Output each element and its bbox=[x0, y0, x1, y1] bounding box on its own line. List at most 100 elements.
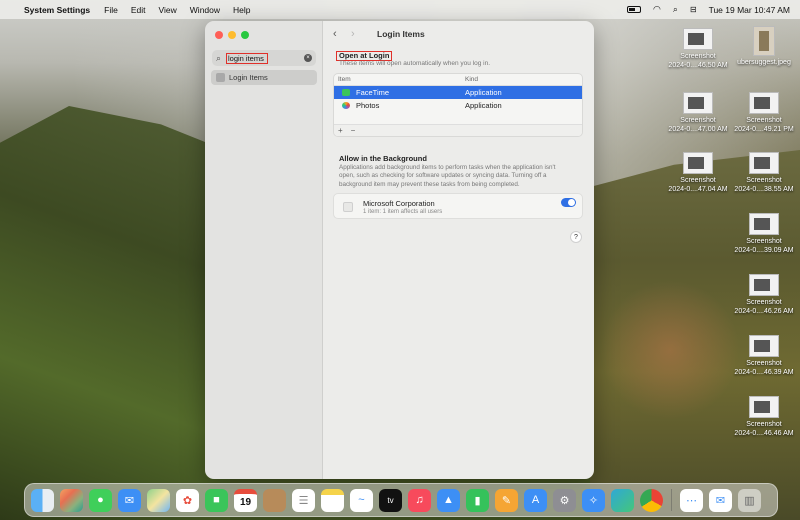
mail-download-icon[interactable]: ✉ bbox=[709, 488, 732, 512]
control-center-icon[interactable]: ⊟ bbox=[690, 5, 697, 14]
feedback-icon[interactable]: ⋯ bbox=[680, 488, 703, 512]
battery-icon[interactable] bbox=[626, 6, 641, 13]
row-kind: Application bbox=[465, 101, 502, 110]
pages-icon[interactable]: ✎ bbox=[495, 488, 518, 512]
dock-separator bbox=[671, 489, 672, 511]
desktop-file[interactable]: Screenshot 2024-0....46.50 AM bbox=[664, 28, 732, 70]
allow-background-heading: Allow in the Background bbox=[339, 154, 427, 163]
window-controls bbox=[215, 31, 249, 39]
file-thumbnail bbox=[683, 152, 713, 174]
file-label: Screenshot bbox=[746, 177, 782, 184]
menu-help[interactable]: Help bbox=[233, 5, 250, 15]
forward-chevron-icon[interactable]: › bbox=[351, 28, 365, 40]
row-name-cell: FaceTime bbox=[342, 88, 465, 97]
open-at-login-description: These items will open automatically when… bbox=[339, 60, 491, 67]
add-item-button[interactable]: + bbox=[338, 126, 343, 135]
finder-icon[interactable] bbox=[31, 488, 54, 512]
keynote-icon[interactable]: ▲ bbox=[437, 488, 460, 512]
tv-icon[interactable]: tv bbox=[379, 488, 402, 512]
maps-icon[interactable] bbox=[147, 488, 170, 512]
file-thumbnail bbox=[749, 274, 779, 296]
contacts-icon[interactable] bbox=[263, 488, 286, 512]
desktop-file[interactable]: Screenshot 2024-0....39.09 AM bbox=[730, 213, 798, 255]
desktop-file[interactable]: Screenshot 2024-0....46.46 AM bbox=[730, 396, 798, 438]
search-field: ⌕ × bbox=[212, 50, 316, 66]
file-label-sub: 2024-0....46.46 AM bbox=[734, 429, 794, 437]
sidebar-item-login-items[interactable]: Login Items bbox=[211, 70, 317, 85]
back-chevron-icon[interactable]: ‹ bbox=[333, 28, 347, 40]
help-button[interactable]: ? bbox=[570, 231, 582, 243]
trash-icon[interactable]: ▥ bbox=[738, 488, 761, 512]
column-header-item[interactable]: Item bbox=[338, 76, 465, 83]
menu-window[interactable]: Window bbox=[190, 5, 220, 15]
file-thumbnail bbox=[753, 26, 775, 56]
file-label: Screenshot bbox=[746, 238, 782, 245]
table-row[interactable]: Photos Application bbox=[334, 99, 582, 112]
app-store-icon[interactable]: A bbox=[524, 488, 547, 512]
file-thumbnail bbox=[749, 152, 779, 174]
tv-label: tv bbox=[387, 495, 394, 505]
row-kind: Application bbox=[465, 88, 502, 97]
menu-file[interactable]: File bbox=[104, 5, 118, 15]
file-label: Screenshot bbox=[746, 421, 782, 428]
calendar-icon[interactable]: 19 bbox=[234, 488, 257, 512]
system-settings-icon[interactable]: ⚙ bbox=[553, 488, 576, 512]
desktop-file[interactable]: Screenshot 2024-0....38.55 AM bbox=[730, 152, 798, 194]
table-row[interactable]: FaceTime Application bbox=[334, 86, 582, 99]
app-placeholder-icon bbox=[343, 202, 353, 212]
menu-datetime[interactable]: Tue 19 Mar 10:47 AM bbox=[709, 5, 790, 15]
minimize-button[interactable] bbox=[228, 31, 236, 39]
facetime-dock-icon[interactable]: ■ bbox=[205, 488, 228, 512]
music-icon[interactable]: ♫ bbox=[408, 488, 431, 512]
mail-icon[interactable]: ✉ bbox=[118, 488, 141, 512]
desktop-file[interactable]: Screenshot 2024-0....47.00 AM bbox=[664, 92, 732, 134]
safari-icon[interactable]: ✧ bbox=[582, 488, 605, 512]
chrome-icon[interactable] bbox=[640, 488, 663, 512]
numbers-icon[interactable]: ▮ bbox=[466, 488, 489, 512]
page-title: Login Items bbox=[377, 29, 425, 39]
allow-background-description: Applications add background items to per… bbox=[339, 164, 556, 188]
table-footer: + − bbox=[334, 124, 582, 136]
close-button[interactable] bbox=[215, 31, 223, 39]
row-name: FaceTime bbox=[356, 88, 390, 97]
facetime-icon bbox=[342, 89, 350, 96]
photos-dock-icon[interactable]: ✿ bbox=[176, 488, 199, 512]
file-label-sub: 2024-0....46.50 AM bbox=[668, 61, 728, 69]
messages-icon[interactable]: ● bbox=[89, 488, 112, 512]
menu-edit[interactable]: Edit bbox=[131, 5, 146, 15]
file-label-sub: 2024-0....46.26 AM bbox=[734, 307, 794, 315]
desktop-file[interactable]: Screenshot 2024-0....46.39 AM bbox=[730, 335, 798, 377]
menu-extras: ◠ ⌕ ⊟ Tue 19 Mar 10:47 AM bbox=[626, 4, 790, 15]
spotlight-icon[interactable]: ⌕ bbox=[673, 4, 678, 15]
desktop-file[interactable]: ubersuggest.jpeg bbox=[730, 26, 798, 68]
desktop-file[interactable]: Screenshot 2024-0....46.26 AM bbox=[730, 274, 798, 316]
reminders-icon[interactable]: ☰ bbox=[292, 488, 315, 512]
file-label: Screenshot bbox=[746, 299, 782, 306]
wifi-icon[interactable]: ◠ bbox=[653, 4, 661, 15]
menu-view[interactable]: View bbox=[159, 5, 177, 15]
column-header-kind[interactable]: Kind bbox=[465, 76, 478, 83]
dock: ● ✉ ✿ ■ 19 ☰ ~ tv ♫ ▲ ▮ ✎ A ⚙ ✧ ⋯ ✉ ▥ bbox=[24, 483, 778, 517]
file-thumbnail bbox=[683, 28, 713, 50]
file-thumbnail bbox=[749, 92, 779, 114]
file-label-sub: 2024-0....46.39 AM bbox=[734, 368, 794, 376]
desktop-file[interactable]: Screenshot 2024-0....47.04 AM bbox=[664, 152, 732, 194]
background-item-toggle[interactable] bbox=[561, 198, 576, 207]
file-label-sub: 2024-0....47.04 AM bbox=[668, 185, 728, 193]
freeform-icon[interactable]: ~ bbox=[350, 488, 373, 512]
edge-icon[interactable] bbox=[611, 488, 634, 512]
menu-app-name[interactable]: System Settings bbox=[24, 5, 90, 15]
desktop-file[interactable]: Screenshot 2024-0....49.21 PM bbox=[730, 92, 798, 134]
calendar-day: 19 bbox=[239, 497, 252, 508]
search-icon: ⌕ bbox=[216, 52, 222, 63]
clear-search-icon[interactable]: × bbox=[304, 54, 312, 62]
login-items-icon bbox=[216, 73, 225, 82]
search-input[interactable] bbox=[226, 52, 268, 64]
sidebar: ⌕ × Login Items bbox=[205, 21, 323, 479]
zoom-button[interactable] bbox=[241, 31, 249, 39]
notes-icon[interactable] bbox=[321, 488, 344, 512]
background-item-name: Microsoft Corporation bbox=[363, 199, 435, 208]
wallpaper-hills-left bbox=[0, 106, 230, 520]
launchpad-icon[interactable] bbox=[60, 488, 83, 512]
remove-item-button[interactable]: − bbox=[351, 126, 356, 135]
